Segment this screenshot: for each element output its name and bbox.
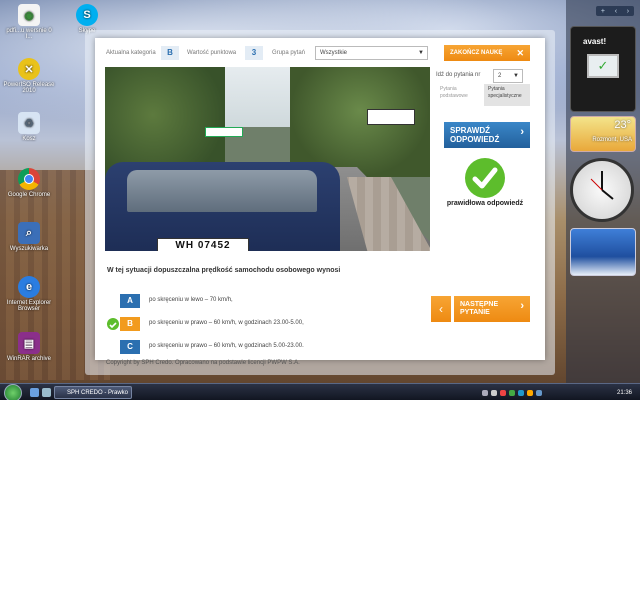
tray-app-icon[interactable] — [527, 389, 533, 396]
check-answer-line2: ODPOWIEDŹ — [450, 135, 500, 144]
answer-text: po skręceniu w prawo – 60 km/h, w godzin… — [149, 320, 304, 326]
weather-city: Rozmont, USA — [592, 137, 632, 143]
clock-time[interactable]: 21:36 — [617, 390, 632, 396]
points-label: Wartość punktowa — [187, 50, 237, 56]
answer-b[interactable]: B po skręceniu w prawo – 60 km/h, w godz… — [107, 317, 437, 331]
desktop-icon-label: PowerISO Release 2010 — [3, 82, 55, 94]
quiz-panel: Aktualna kategoria B Wartość punktowa 3 … — [95, 38, 545, 360]
answer-a[interactable]: A po skręceniu w lewo – 70 km/h, — [107, 294, 437, 308]
desktop-icon-label: Google Chrome — [7, 192, 51, 198]
switch-windows-icon[interactable] — [42, 388, 51, 397]
answer-letter: A — [120, 294, 140, 308]
chevron-down-icon: ▼ — [418, 50, 424, 56]
update-tray-icon[interactable] — [509, 389, 515, 396]
check-answer-line1: SPRAWDŹ — [450, 126, 490, 135]
next-question-button[interactable]: NASTĘPNE PYTANIE › — [454, 296, 530, 322]
answer-c[interactable]: C po skręceniu w prawo – 60 km/h, w godz… — [107, 340, 437, 354]
antivirus-tray-icon[interactable] — [500, 389, 506, 396]
taskbar: SPH CREDO - Prawko 21:36 — [0, 383, 640, 400]
answer-text: po skręceniu w prawo – 60 km/h, w godzin… — [149, 343, 304, 349]
next-question-line1: NASTĘPNE — [460, 301, 499, 308]
clock-face-icon — [570, 158, 634, 222]
show-desktop-icon[interactable] — [30, 388, 39, 397]
desktop-icon-label: Wyszukiwarka — [9, 246, 49, 252]
category-label: Aktualna kategoria — [106, 50, 156, 56]
desktop-background: ◉ pdfi...u wersnie 0 I... S Skype ✕ Powe… — [0, 0, 640, 400]
system-tray: 21:36 — [482, 386, 632, 399]
add-gadget-icon[interactable]: + — [601, 8, 605, 15]
end-learning-button[interactable]: ZAKOŃCZ NAUKĘ ✕ — [444, 45, 530, 61]
close-icon: ✕ — [516, 48, 524, 58]
question-text: W tej sytuacji dopuszczalna prędkość sam… — [107, 267, 341, 274]
answer-letter: C — [120, 340, 140, 354]
start-button[interactable] — [4, 384, 22, 400]
skype-tray-icon[interactable] — [518, 389, 524, 396]
weather-gadget[interactable]: 23° Rozmont, USA — [570, 116, 636, 152]
taskbar-app-button[interactable]: SPH CREDO - Prawko — [54, 386, 132, 399]
copyright-text: Copyright by SPH Credo. Opracowano na po… — [106, 360, 300, 366]
desktop-icon-search[interactable]: ⌕ Wyszukiwarka — [3, 222, 55, 252]
correct-answer-label: prawidłowa odpowiedź — [446, 200, 524, 207]
answer-letter: B — [120, 317, 140, 331]
arrow-right-icon: › — [520, 126, 524, 138]
arrow-right-icon: › — [520, 300, 524, 312]
desktop-icon-label: Internet Explorer Browser — [6, 300, 52, 312]
laptop-check-icon: ✓ — [587, 54, 619, 78]
desktop-icon-poweriso[interactable]: ✕ PowerISO Release 2010 — [3, 58, 55, 94]
arrow-left-icon: ‹ — [439, 302, 443, 316]
recycle-bin-icon: ♻ — [18, 112, 40, 134]
clock-gadget[interactable] — [570, 156, 634, 222]
desktop-icon-chrome[interactable]: Google Chrome — [3, 168, 55, 198]
skype-icon: S — [76, 4, 98, 26]
winrar-icon: ▤ — [18, 332, 40, 354]
category-value: B — [161, 46, 179, 60]
photo-sign-green — [205, 127, 243, 137]
avast-logo: avast! — [583, 37, 607, 46]
jump-to-question-label: Idź do pytania nr — [436, 72, 481, 78]
photo-sign-white — [367, 109, 415, 125]
next-icon[interactable]: › — [627, 8, 629, 15]
points-value: 3 — [245, 46, 263, 60]
correct-check-icon — [465, 158, 505, 198]
internet-explorer-icon: e — [18, 276, 40, 298]
questions-group-label: Grupa pytań — [272, 50, 306, 56]
question-photo: WH 07452 — [105, 67, 430, 251]
chevron-down-icon: ▼ — [513, 73, 519, 79]
avast-gadget[interactable]: avast! ✓ — [570, 26, 636, 112]
desktop-icon-label: Kosz — [22, 136, 36, 142]
check-answer-button[interactable]: SPRAWDŹ ODPOWIEDŹ › — [444, 122, 530, 148]
desktop-icon-internet-explorer[interactable]: e Internet Explorer Browser — [3, 276, 55, 312]
questions-group-select[interactable]: Wszystkie ▼ — [315, 46, 428, 60]
taskbar-app-label: SPH CREDO - Prawko — [67, 390, 129, 396]
tray-app-icon[interactable] — [536, 389, 542, 396]
license-plate: WH 07452 — [157, 238, 249, 251]
chrome-icon — [18, 168, 40, 190]
desktop-icon-pdf[interactable]: ◉ pdfi...u wersnie 0 I... — [3, 4, 55, 40]
tab-special-questions[interactable]: Pytania specjalistyczne — [484, 84, 530, 106]
desktop-icon-winrar[interactable]: ▤ WinRAR archive — [3, 332, 55, 362]
next-question-line2: PYTANIE — [460, 309, 490, 316]
previous-question-button[interactable]: ‹ — [431, 296, 451, 322]
tab-basic-questions[interactable]: Pytania podstawowe — [436, 84, 482, 106]
volume-icon[interactable] — [491, 389, 497, 396]
jump-to-question-value: 2 — [498, 73, 502, 79]
photo-car-window — [127, 170, 317, 212]
pdf-file-icon: ◉ — [18, 4, 40, 26]
network-icon[interactable] — [482, 389, 488, 396]
prev-icon[interactable]: ‹ — [615, 8, 617, 15]
search-icon: ⌕ — [18, 222, 40, 244]
jump-to-question-select[interactable]: 2 ▼ — [493, 69, 523, 83]
questions-group-value: Wszystkie — [320, 50, 347, 56]
end-learning-label: ZAKOŃCZ NAUKĘ — [450, 50, 503, 56]
desktop-icon-label: pdfi...u wersnie 0 I... — [6, 28, 52, 40]
desktop-icon-label: WinRAR archive — [6, 356, 51, 362]
sidebar-controls[interactable]: + ‹ › — [596, 6, 634, 16]
weather-temperature: 23° — [614, 119, 631, 131]
answer-text: po skręceniu w lewo – 70 km/h, — [149, 297, 233, 303]
correct-tick-icon — [107, 318, 119, 330]
poweriso-icon: ✕ — [18, 58, 40, 80]
desktop-icon-recycle-bin[interactable]: ♻ Kosz — [3, 112, 55, 142]
slideshow-gadget[interactable] — [570, 228, 636, 276]
